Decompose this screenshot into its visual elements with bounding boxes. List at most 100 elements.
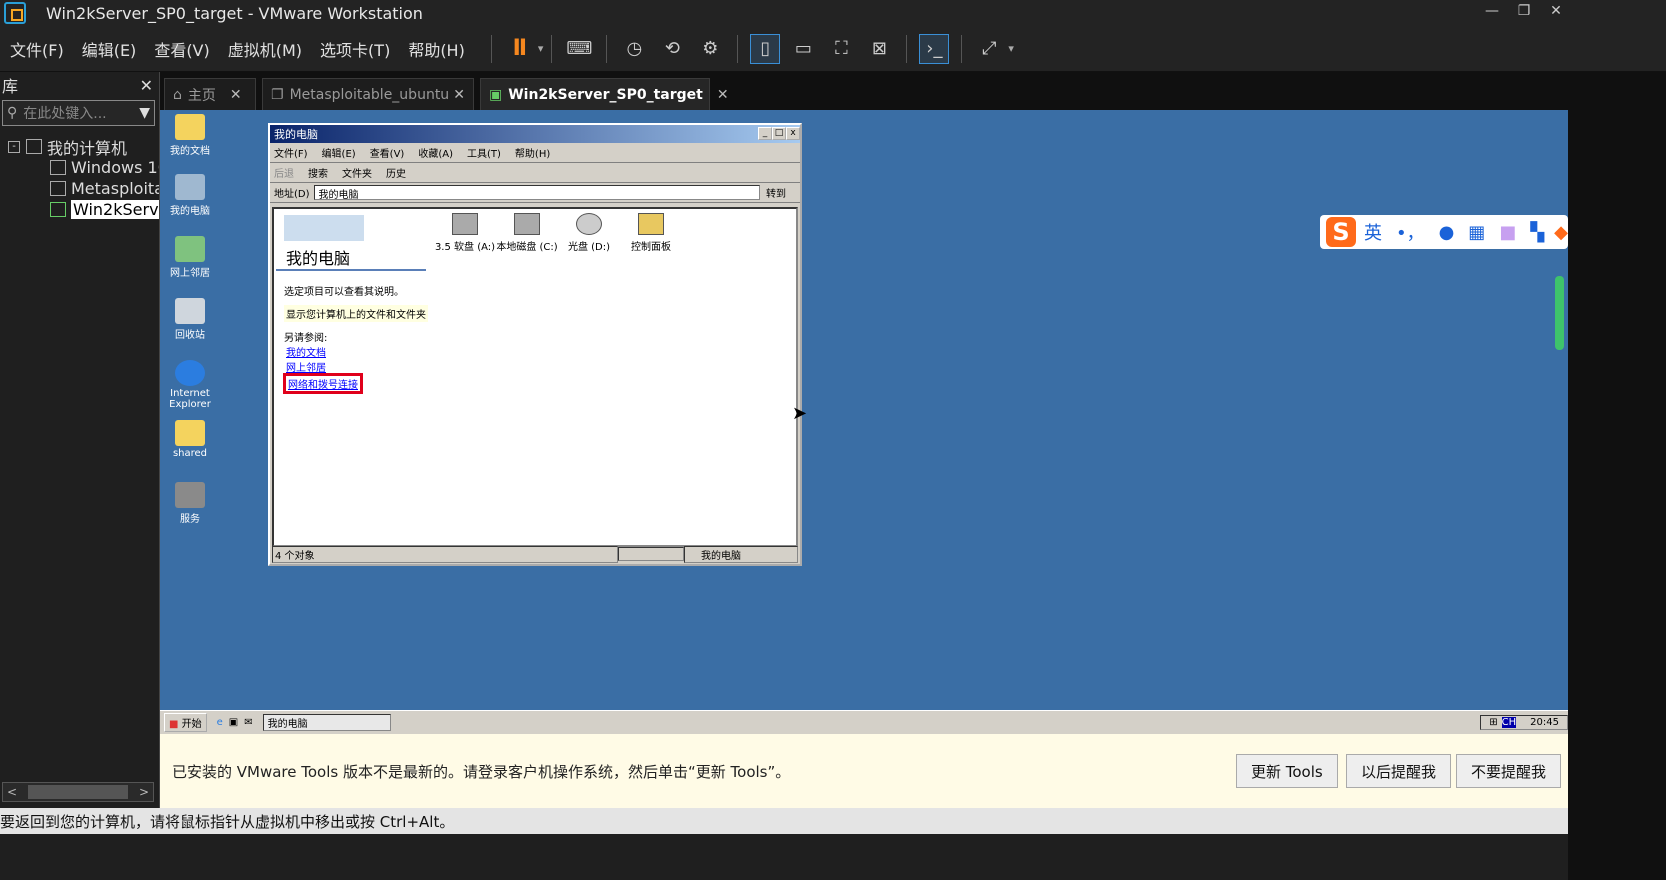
explorer-title: 我的电脑	[274, 128, 318, 141]
search-dropdown-icon[interactable]: ▼	[139, 105, 150, 121]
apps-icon[interactable]: ▚	[1530, 222, 1544, 243]
desktop-icon-my-computer[interactable]: 我的电脑	[160, 174, 220, 217]
computer-banner-icon	[284, 215, 364, 241]
fullscreen-icon[interactable]: ⛶	[826, 34, 856, 64]
explorer-menu-view[interactable]: 查看(V)	[370, 145, 405, 160]
skin-icon[interactable]: ■	[1499, 222, 1516, 243]
unity-icon[interactable]: ⊠	[864, 34, 894, 64]
desktop-icon-my-documents[interactable]: 我的文档	[160, 114, 220, 157]
drive-label: 3.5 软盘 (A:)	[434, 242, 496, 253]
desktop-icon-label: 我的电脑	[170, 206, 210, 217]
address-input[interactable]: 我的电脑	[313, 185, 760, 201]
pause-button[interactable]: II	[504, 34, 534, 64]
quick-launch-desktop-icon[interactable]: ▣	[229, 717, 238, 728]
tree-root-my-computer[interactable]: - 我的计算机	[0, 136, 159, 157]
drive-cd-d[interactable]: 光盘 (D:)	[558, 213, 620, 253]
drive-local-c[interactable]: 本地磁盘 (C:)	[496, 213, 558, 253]
start-button[interactable]: ■ 开始	[164, 713, 207, 732]
desktop-icon-recycle-bin[interactable]: 回收站	[160, 298, 220, 341]
scroll-thumb[interactable]	[28, 785, 128, 799]
link-my-documents[interactable]: 我的文档	[286, 344, 326, 359]
library-close-icon[interactable]: ✕	[140, 76, 153, 95]
drive-label: 控制面板	[631, 242, 671, 253]
vm-running-icon: ▣	[489, 86, 503, 103]
mascot-icon[interactable]: ◆	[1554, 222, 1568, 243]
menu-file[interactable]: 文件(F)	[10, 37, 64, 61]
microphone-icon[interactable]: ●	[1439, 222, 1455, 243]
scroll-right-icon[interactable]: >	[139, 785, 149, 799]
update-tools-button[interactable]: 更新 Tools	[1236, 754, 1338, 788]
tab-close-icon[interactable]: ✕	[717, 87, 729, 103]
revert-snapshot-icon[interactable]: ⟲	[657, 34, 687, 64]
ime-toolbar[interactable]: S 英 •， ● ▦ ■ ▚ ◆	[1320, 215, 1568, 249]
library-search-input[interactable]: ⚲ 在此处键入... ▼	[2, 100, 155, 126]
search-button[interactable]: 搜索	[308, 165, 328, 180]
desktop-icon-shared[interactable]: shared	[160, 420, 220, 459]
history-button[interactable]: 历史	[386, 165, 406, 180]
explorer-close-button[interactable]: x	[786, 127, 800, 140]
tab-label: Metasploitable_ubuntu	[289, 86, 450, 103]
green-scroll-indicator[interactable]	[1555, 276, 1564, 350]
desktop-icon-ie[interactable]: Internet Explorer	[160, 360, 220, 410]
tab-home[interactable]: ⌂ 主页 ✕	[164, 78, 256, 110]
snapshot-manager-icon[interactable]: ⚙	[695, 34, 725, 64]
close-button[interactable]: ✕	[1536, 3, 1576, 23]
taskbar-task-my-computer[interactable]: 我的电脑	[262, 714, 391, 731]
tree-item-metasploitable[interactable]: Metasploitable	[0, 178, 159, 199]
collapse-icon[interactable]: -	[8, 140, 20, 153]
tab-win2kserver[interactable]: ▣ Win2kServer_SP0_target ✕	[480, 78, 729, 110]
library-tree: - 我的计算机 Windows 10 Metasploitable Win2kS…	[0, 136, 159, 220]
tree-item-win2kserver[interactable]: Win2kServer	[0, 199, 159, 220]
stretch-guest-icon[interactable]: ⤢	[974, 34, 1004, 64]
desktop-icon-network[interactable]: 网上邻居	[160, 236, 220, 279]
keyboard-icon[interactable]: ▦	[1468, 222, 1485, 243]
link-network-places[interactable]: 网上邻居	[286, 359, 326, 374]
menu-vm[interactable]: 虚拟机(M)	[228, 37, 302, 61]
never-remind-button[interactable]: 不要提醒我	[1456, 754, 1562, 788]
menu-help[interactable]: 帮助(H)	[408, 37, 465, 61]
quick-launch-outlook-icon[interactable]: ✉	[244, 717, 252, 728]
desktop-icon-label: 我的文档	[170, 146, 210, 157]
hard-disk-icon	[514, 213, 540, 235]
explorer-menu-tools[interactable]: 工具(T)	[467, 145, 501, 160]
ime-punct-toggle[interactable]: •，	[1396, 219, 1425, 245]
menu-view[interactable]: 查看(V)	[154, 37, 209, 61]
tray-ime-icon[interactable]: CH	[1501, 717, 1517, 728]
tab-close-icon[interactable]: ✕	[453, 87, 465, 103]
tree-item-label: Windows 10	[71, 158, 159, 177]
console-view-icon[interactable]: ›_	[919, 33, 950, 64]
send-ctrl-alt-del-icon[interactable]: ⌨	[564, 34, 594, 64]
back-button[interactable]: 后退	[274, 165, 294, 180]
explorer-minimize-button[interactable]: _	[758, 127, 772, 140]
drive-floppy[interactable]: 3.5 软盘 (A:)	[434, 213, 496, 253]
stretch-dropdown-icon[interactable]: ▾	[1008, 42, 1014, 55]
go-button[interactable]: 转到	[766, 185, 786, 200]
explorer-menu-bar: 文件(F) 编辑(E) 查看(V) 收藏(A) 工具(T) 帮助(H)	[270, 143, 800, 163]
show-library-icon[interactable]: ▯	[750, 33, 781, 64]
explorer-maximize-button[interactable]: □	[772, 127, 786, 140]
scroll-left-icon[interactable]: <	[7, 785, 17, 799]
explorer-menu-favorites[interactable]: 收藏(A)	[418, 145, 453, 160]
thumbnail-bar-icon[interactable]: ▭	[788, 34, 818, 64]
pause-dropdown-icon[interactable]: ▾	[538, 42, 544, 55]
library-horizontal-scrollbar[interactable]: < >	[2, 782, 154, 802]
remind-later-button[interactable]: 以后提醒我	[1346, 754, 1452, 788]
tree-item-windows10[interactable]: Windows 10	[0, 157, 159, 178]
folders-button[interactable]: 文件夹	[342, 165, 372, 180]
tray-network-icon[interactable]: ⊞	[1489, 717, 1497, 728]
quick-launch-ie-icon[interactable]: e	[217, 717, 223, 728]
tab-close-icon[interactable]: ✕	[230, 87, 242, 103]
explorer-menu-file[interactable]: 文件(F)	[274, 145, 308, 160]
explorer-menu-help[interactable]: 帮助(H)	[515, 145, 550, 160]
explorer-menu-edit[interactable]: 编辑(E)	[322, 145, 356, 160]
link-network-dialup-connections[interactable]: 网络和拨号连接	[283, 373, 363, 394]
explorer-window: 我的电脑 _ □ x 文件(F) 编辑(E) 查看(V) 收藏(A) 工具(T)…	[268, 123, 802, 566]
ime-lang-toggle[interactable]: 英	[1364, 219, 1382, 245]
vm-console-screen[interactable]: 我的文档 我的电脑 网上邻居 回收站 Internet Explorer sha…	[160, 110, 1568, 710]
control-panel[interactable]: 控制面板	[620, 213, 682, 253]
menu-edit[interactable]: 编辑(E)	[82, 37, 137, 61]
snapshot-icon[interactable]: ◷	[619, 34, 649, 64]
menu-tabs[interactable]: 选项卡(T)	[320, 37, 390, 61]
tab-metasploitable[interactable]: ❐ Metasploitable_ubuntu ✕	[262, 78, 474, 110]
desktop-icon-services[interactable]: 服务	[160, 482, 220, 525]
